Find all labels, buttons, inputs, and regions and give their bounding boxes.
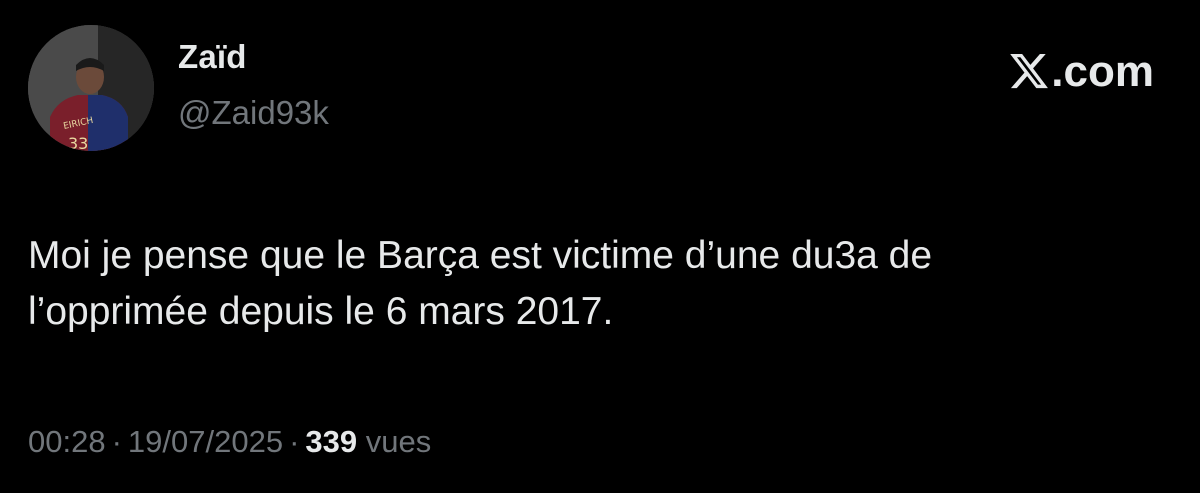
tweet-card: EIRICH 33 Zaïd @Zaid93k .com Moi je pens… — [0, 0, 1200, 493]
tweet-meta: 00:28 · 19/07/2025 · 339 vues — [28, 424, 431, 460]
brand-text: .com — [1051, 47, 1154, 96]
brand-watermark: .com — [1008, 44, 1154, 97]
tweet-time[interactable]: 00:28 — [28, 424, 106, 459]
tweet-text: Moi je pense que le Barça est victime d’… — [28, 234, 933, 333]
x-logo-icon — [1008, 50, 1050, 92]
views-label: vues — [365, 424, 432, 459]
meta-separator: · — [289, 424, 300, 459]
user-handle[interactable]: @Zaid93k — [178, 94, 329, 132]
tweet-date[interactable]: 19/07/2025 — [128, 424, 283, 459]
avatar[interactable]: EIRICH 33 — [28, 25, 154, 151]
svg-text:33: 33 — [68, 134, 88, 151]
meta-separator: · — [111, 424, 122, 459]
display-name[interactable]: Zaïd — [178, 38, 247, 76]
views-count[interactable]: 339 — [305, 424, 357, 459]
profile-photo-icon: EIRICH 33 — [28, 25, 154, 151]
